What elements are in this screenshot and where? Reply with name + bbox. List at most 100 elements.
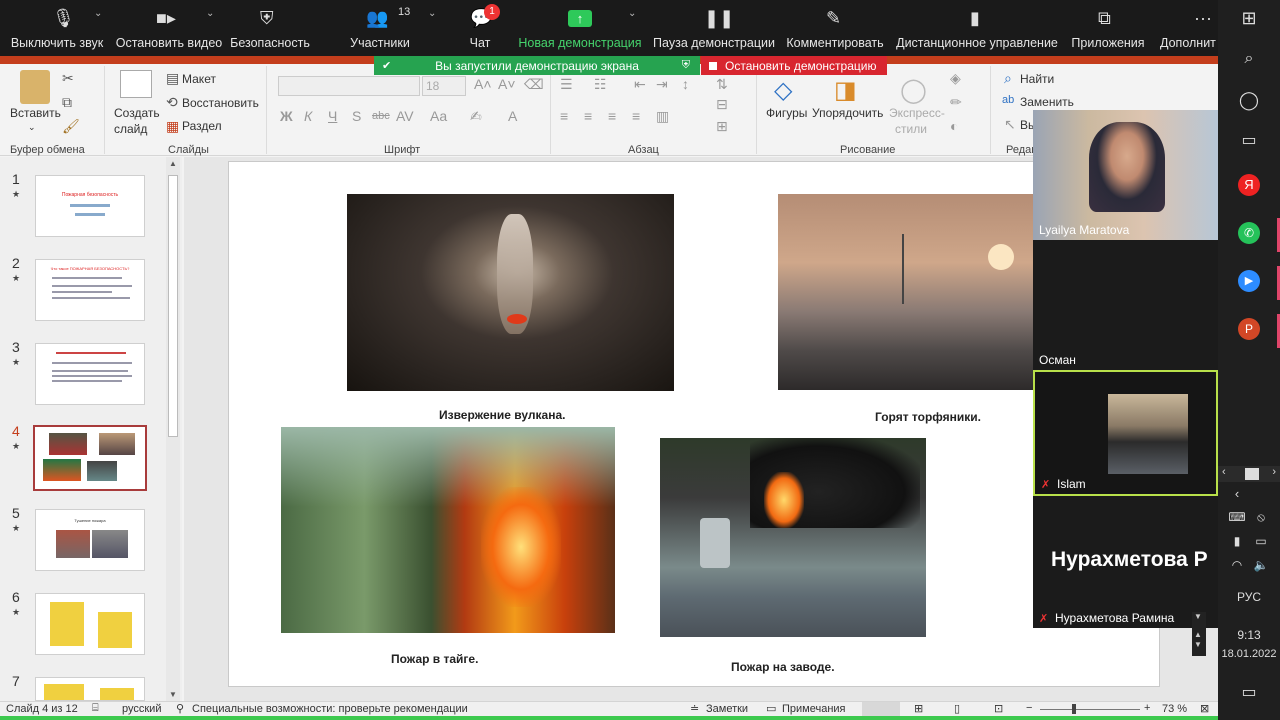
mute-button[interactable]: 🎙 ⌄ Выключить звук bbox=[8, 0, 106, 56]
participant-tile[interactable]: Lyailya Maratova bbox=[1033, 110, 1218, 240]
gallery-scroll[interactable]: ▼ ▲ ▼ bbox=[1192, 612, 1206, 656]
bullets-icon[interactable]: ☰ bbox=[560, 76, 573, 93]
quick-styles-icon[interactable]: ◯ bbox=[900, 76, 927, 105]
quick-styles-button-line2[interactable]: стили bbox=[895, 122, 927, 136]
format-painter-icon[interactable]: 🖌 bbox=[62, 118, 80, 135]
change-case-icon[interactable]: Aa bbox=[430, 108, 447, 124]
align-center-icon[interactable]: ≡ bbox=[584, 108, 592, 124]
slide-sorter-icon[interactable]: ⊞ bbox=[914, 702, 923, 715]
participants-button[interactable]: 👥 13 Участники bbox=[344, 0, 416, 56]
notes-button[interactable]: Заметки bbox=[706, 703, 748, 715]
smartart-icon[interactable]: ⊞ bbox=[716, 118, 728, 135]
slide-thumbnail-4[interactable] bbox=[33, 425, 147, 491]
chat-button[interactable]: 💬 1 Чат bbox=[462, 0, 500, 56]
chevron-right-icon[interactable]: › bbox=[1272, 466, 1276, 478]
language-indicator[interactable]: русский bbox=[122, 703, 161, 715]
scroll-down-icon[interactable]: ▼ bbox=[169, 690, 177, 699]
align-right-icon[interactable]: ≡ bbox=[608, 108, 616, 124]
zoom-app-icon[interactable]: ▶ bbox=[1218, 270, 1280, 292]
shape-outline-icon[interactable]: ✏ bbox=[950, 94, 962, 111]
pin-icon[interactable]: ✔ bbox=[382, 59, 391, 72]
arrange-icon[interactable]: ◨ bbox=[834, 76, 857, 105]
zoom-out-icon[interactable]: − bbox=[1026, 702, 1032, 714]
scroll-up-icon[interactable]: ▼ bbox=[1194, 612, 1202, 621]
paste-icon[interactable] bbox=[20, 70, 50, 104]
underline-icon[interactable]: Ч bbox=[328, 108, 337, 124]
comments-button[interactable]: Примечания bbox=[782, 703, 846, 715]
bold-icon[interactable]: Ж bbox=[280, 108, 293, 124]
remote-control-button[interactable]: ▮ Дистанционное управление bbox=[894, 0, 1060, 56]
reset-button[interactable]: Восстановить bbox=[182, 96, 259, 110]
security-button[interactable]: ⛨ Безопасность bbox=[230, 0, 310, 56]
find-button[interactable]: Найти bbox=[1020, 72, 1054, 86]
more-button[interactable]: ··· Дополнит bbox=[1160, 0, 1218, 56]
replace-button[interactable]: Заменить bbox=[1020, 95, 1074, 109]
scroll-down-icon[interactable]: ▼ bbox=[1194, 640, 1202, 649]
slide-thumbnail-6[interactable] bbox=[35, 593, 145, 655]
accessibility-check[interactable]: Специальные возможности: проверьте реком… bbox=[192, 703, 468, 715]
zoom-in-icon[interactable]: + bbox=[1144, 702, 1150, 714]
scroll-up-icon[interactable]: ▲ bbox=[1194, 630, 1202, 639]
columns-icon[interactable]: ▥ bbox=[656, 108, 669, 125]
cortana-icon[interactable]: ◯ bbox=[1218, 90, 1280, 111]
section-button[interactable]: Раздел bbox=[182, 119, 222, 133]
shape-fill-icon[interactable]: ◈ bbox=[950, 70, 961, 87]
chevron-left-icon[interactable]: ‹ bbox=[1222, 466, 1226, 478]
pause-share-button[interactable]: ❚❚ Пауза демонстрации bbox=[653, 0, 775, 56]
decrease-indent-icon[interactable]: ⇤ bbox=[634, 76, 646, 93]
text-direction-icon[interactable]: ⇅ bbox=[716, 76, 728, 93]
tray-scroll[interactable]: ‹ › bbox=[1218, 466, 1280, 482]
windows-start-icon[interactable]: ⊞ bbox=[1218, 8, 1280, 29]
input-language[interactable]: РУС bbox=[1218, 590, 1280, 604]
reading-view-icon[interactable]: ▯ bbox=[954, 702, 960, 715]
align-text-icon[interactable]: ⊟ bbox=[716, 96, 728, 113]
scrollbar-thumb[interactable] bbox=[168, 175, 178, 437]
no-camera-icon[interactable]: ⦸ bbox=[1230, 510, 1280, 525]
scroll-up-icon[interactable]: ▲ bbox=[169, 159, 177, 168]
whatsapp-icon[interactable]: ✆ bbox=[1218, 222, 1280, 244]
chevron-down-icon[interactable]: ⌄ bbox=[28, 122, 36, 133]
font-family-select[interactable] bbox=[278, 76, 420, 96]
highlight-icon[interactable]: ✍ bbox=[470, 108, 482, 125]
search-icon[interactable]: ⌕ bbox=[1218, 50, 1280, 68]
powerpoint-app-icon[interactable]: P bbox=[1218, 318, 1280, 340]
slideshow-icon[interactable]: ⊡ bbox=[994, 702, 1003, 715]
annotate-button[interactable]: ✎ Комментировать bbox=[786, 0, 884, 56]
arrange-button[interactable]: Упорядочить bbox=[812, 106, 883, 120]
normal-view-button[interactable] bbox=[862, 702, 900, 716]
new-share-button[interactable]: ↑ Новая демонстрация bbox=[518, 0, 642, 56]
chevron-down-icon[interactable]: ⌄ bbox=[628, 8, 636, 19]
stop-share-button[interactable]: Остановить демонстрацию bbox=[701, 56, 887, 75]
task-view-icon[interactable]: ▭ bbox=[1218, 130, 1280, 150]
cut-icon[interactable]: ✂ bbox=[62, 70, 74, 87]
justify-icon[interactable]: ≡ bbox=[632, 108, 640, 124]
fit-slide-icon[interactable]: ⊠ bbox=[1200, 702, 1209, 715]
clear-format-icon[interactable]: ⌫ bbox=[524, 76, 544, 93]
shapes-button[interactable]: Фигуры bbox=[766, 106, 807, 120]
spellcheck-icon[interactable]: ⌸ bbox=[92, 702, 99, 715]
zoom-level[interactable]: 73 % bbox=[1162, 703, 1187, 715]
decrease-font-icon[interactable]: A˅ bbox=[498, 76, 516, 92]
quick-styles-button[interactable]: Экспресс- bbox=[889, 106, 945, 120]
slide-thumbnail-5[interactable]: Тушение пожара bbox=[35, 509, 145, 571]
new-slide-button-line2[interactable]: слайд bbox=[114, 122, 147, 136]
clock-date[interactable]: 18.01.2022 bbox=[1218, 648, 1280, 660]
new-slide-button[interactable]: Создать bbox=[114, 106, 160, 120]
slide-thumbnail-7[interactable] bbox=[35, 677, 145, 701]
new-slide-icon[interactable] bbox=[120, 70, 152, 98]
slide-thumbnail-2[interactable]: Что такое ПОЖАРНАЯ БЕЗОПАСНОСТЬ? bbox=[35, 259, 145, 321]
participant-tile[interactable]: ✗ Islam bbox=[1033, 370, 1218, 496]
notifications-icon[interactable]: ▭ bbox=[1218, 682, 1280, 702]
italic-icon[interactable]: К bbox=[304, 108, 312, 124]
shadow-icon[interactable]: S bbox=[352, 108, 361, 124]
layout-button[interactable]: Макет bbox=[182, 72, 216, 86]
thumbnail-scrollbar[interactable]: ▲ ▼ bbox=[166, 157, 180, 701]
increase-indent-icon[interactable]: ⇥ bbox=[656, 76, 668, 93]
slide-thumbnail-1[interactable]: Пожарная безопасность bbox=[35, 175, 145, 237]
shapes-icon[interactable]: ◇ bbox=[774, 76, 792, 105]
yandex-icon[interactable]: Я bbox=[1218, 174, 1280, 196]
font-size-select[interactable]: 18 bbox=[422, 76, 466, 96]
char-spacing-icon[interactable]: AV bbox=[396, 108, 414, 124]
chevron-down-icon[interactable]: ⌄ bbox=[94, 8, 102, 19]
align-left-icon[interactable]: ≡ bbox=[560, 108, 568, 124]
